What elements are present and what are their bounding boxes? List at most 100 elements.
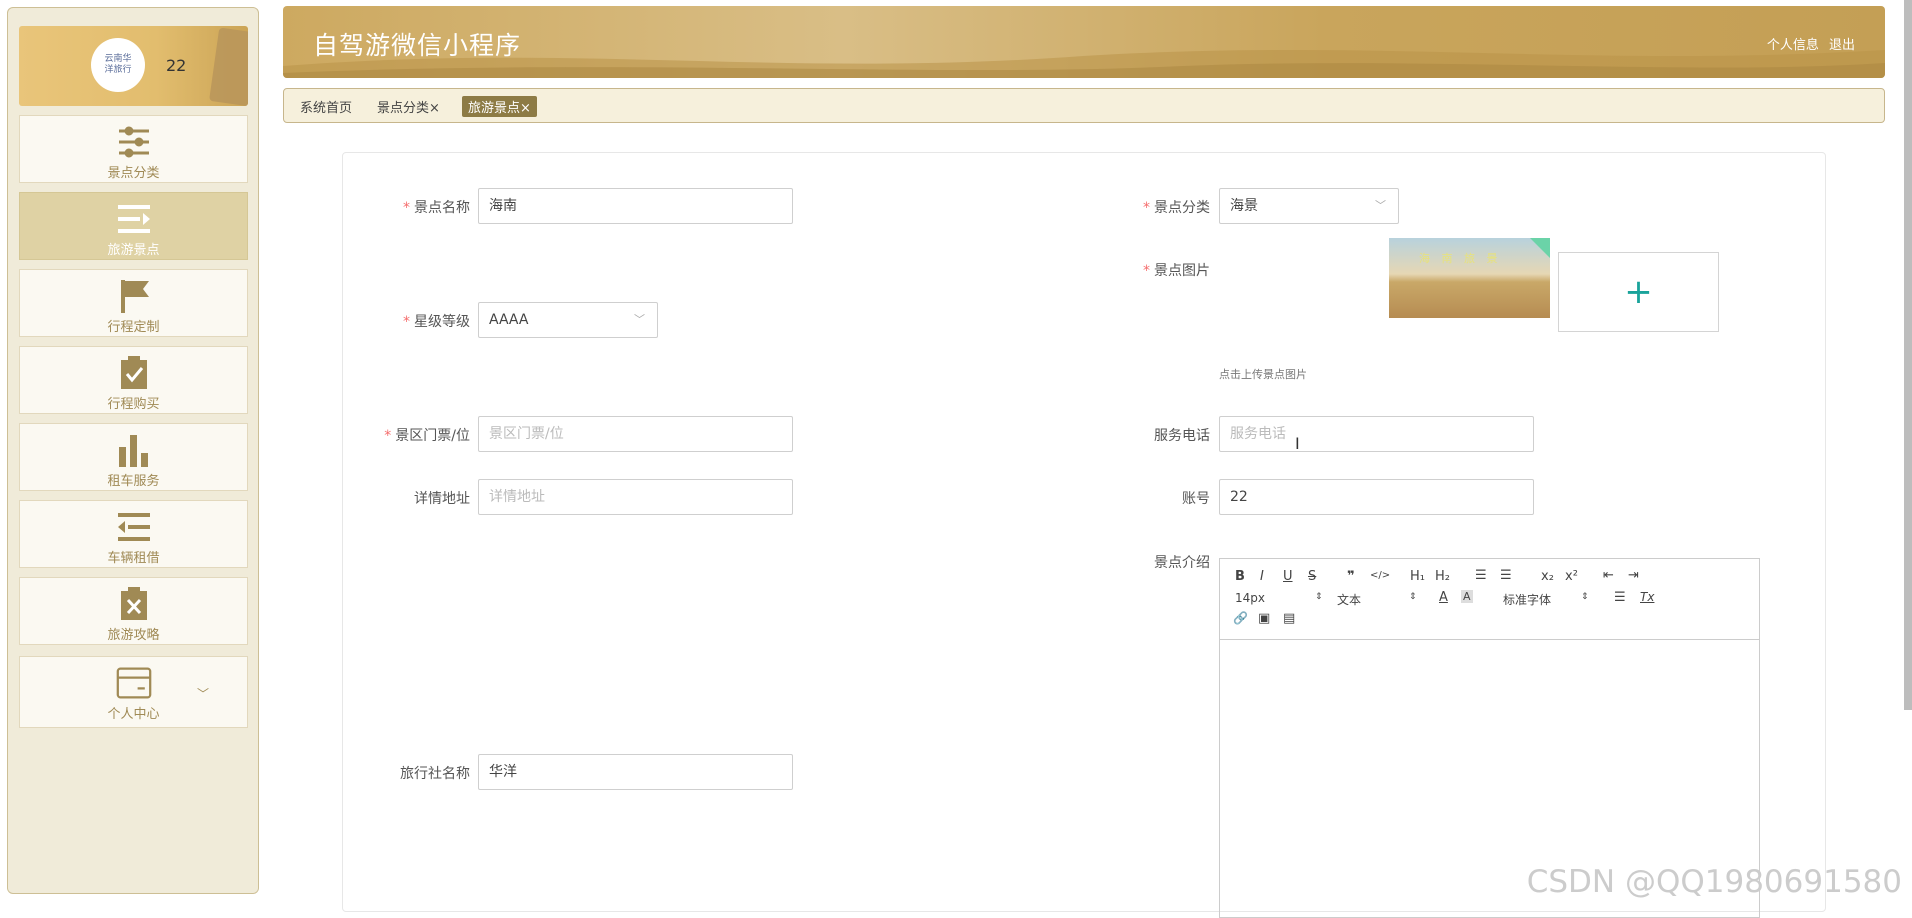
underline-button[interactable]: U	[1283, 569, 1293, 584]
sidebar-item-label: 行程购买	[107, 397, 160, 412]
image-label: * 景点图片	[1143, 263, 1210, 279]
font-family-select[interactable]: 标准字体 ⇕	[1503, 591, 1589, 608]
italic-button[interactable]: I	[1260, 569, 1264, 584]
name-input[interactable]: 海南	[478, 188, 793, 224]
sidebar-item-travel-guide[interactable]: 旅游攻略	[19, 577, 248, 645]
sidebar: 云南华 洋旅行 22 景点分类 旅游景点 行程定制 行程购买 租车服务 车辆租借…	[7, 7, 259, 894]
block-type-value: 文本	[1337, 593, 1362, 607]
font-color-button[interactable]: A	[1439, 590, 1448, 605]
flag-icon	[116, 278, 152, 314]
app-title: 自驾游微信小程序	[313, 31, 522, 60]
clear-format-button[interactable]: Tx	[1640, 590, 1654, 604]
address-label: 详情地址	[414, 491, 470, 507]
editor-toolbar: B I U S ❞ </> H₁ H₂ ☰ ☰ x₂ x² ⇤ ⇥ 14px ⇕…	[1220, 559, 1759, 640]
username: 22	[166, 56, 187, 75]
phone-input[interactable]: 服务电话	[1219, 416, 1534, 452]
clipboard-check-icon	[116, 355, 152, 391]
select-arrows-icon: ⇕	[1581, 592, 1589, 602]
upload-hint: 点击上传景点图片	[1219, 368, 1307, 381]
ticket-label: * 景区门票/位	[384, 428, 470, 444]
sidebar-item-label: 车辆租借	[107, 551, 160, 566]
intro-label: 景点介绍	[1154, 555, 1210, 571]
blockquote-button[interactable]: ❞	[1347, 569, 1355, 584]
text-cursor-icon: Ι	[1295, 434, 1300, 453]
sidebar-item-trip-purchase[interactable]: 行程购买	[19, 346, 248, 414]
thumbnail-corner-decoration	[1530, 238, 1550, 258]
select-arrows-icon: ⇕	[1409, 592, 1417, 602]
sidebar-item-vehicle-lease[interactable]: 车辆租借	[19, 500, 248, 568]
sidebar-item-label: 租车服务	[107, 474, 160, 489]
sidebar-item-personal-center[interactable]: 个人中心 ﹀	[19, 656, 248, 728]
profile-link[interactable]: 个人信息	[1767, 38, 1819, 53]
agency-label: 旅行社名称	[400, 766, 470, 782]
sidebar-item-scenic-spots[interactable]: 旅游景点	[19, 192, 248, 260]
agency-input[interactable]: 华洋	[478, 754, 793, 790]
font-size-value: 14px	[1235, 591, 1265, 605]
code-block-button[interactable]: </>	[1370, 570, 1390, 581]
chevron-down-icon: ﹀	[1375, 199, 1386, 212]
scenic-image-thumbnail[interactable]: 海 南 旅 景	[1389, 238, 1550, 318]
address-input[interactable]: 详情地址	[478, 479, 793, 515]
bar-chart-icon	[116, 432, 152, 468]
sidebar-item-car-rental-service[interactable]: 租车服务	[19, 423, 248, 491]
superscript-button[interactable]: x²	[1565, 569, 1578, 584]
tag-home[interactable]: 系统首页	[300, 97, 352, 116]
account-input[interactable]: 22	[1219, 479, 1534, 515]
strike-button[interactable]: S	[1308, 569, 1316, 584]
sidebar-item-label: 个人中心	[107, 707, 160, 722]
avatar-text-line1: 云南华	[104, 54, 132, 64]
clipboard-x-icon	[116, 586, 152, 622]
sidebar-item-scenic-category[interactable]: 景点分类	[19, 115, 248, 183]
plus-icon: +	[1624, 272, 1653, 312]
align-button[interactable]: ☰	[1614, 590, 1626, 605]
card-icon	[116, 665, 152, 701]
subscript-button[interactable]: x₂	[1541, 569, 1554, 584]
star-select[interactable]: AAAA ﹀	[478, 302, 658, 338]
user-card: 云南华 洋旅行 22	[19, 26, 248, 106]
select-arrows-icon: ⇕	[1315, 592, 1323, 602]
ticket-input[interactable]: 景区门票/位	[478, 416, 793, 452]
video-button[interactable]: ▤	[1283, 611, 1295, 626]
image-button[interactable]: ▣	[1258, 611, 1270, 626]
tag-scenic-category[interactable]: 景点分类×	[377, 97, 440, 116]
block-type-select[interactable]: 文本 ⇕	[1337, 591, 1417, 608]
bullet-list-button[interactable]: ☰	[1500, 568, 1512, 583]
phone-label: 服务电话	[1154, 428, 1210, 444]
category-value: 海景	[1230, 198, 1258, 214]
sidebar-item-label: 旅游攻略	[107, 628, 160, 643]
card-decoration	[209, 27, 248, 106]
category-select[interactable]: 海景 ﹀	[1219, 188, 1399, 224]
avatar[interactable]: 云南华 洋旅行	[91, 38, 145, 92]
category-label: * 景点分类	[1143, 200, 1210, 216]
heading2-button[interactable]: H₂	[1435, 569, 1450, 584]
thumbnail-caption: 海 南 旅 景	[1419, 252, 1502, 265]
list-indent-icon	[116, 201, 152, 237]
font-family-value: 标准字体	[1503, 593, 1552, 607]
header-wave-decoration	[283, 50, 1885, 78]
account-label: 账号	[1182, 491, 1210, 507]
star-label: * 星级等级	[403, 314, 470, 330]
app-header: 自驾游微信小程序 个人信息 退出	[283, 6, 1885, 78]
name-label: * 景点名称	[403, 200, 470, 216]
watermark: CSDN @QQ1980691580	[1526, 864, 1902, 900]
avatar-text-line2: 洋旅行	[104, 65, 132, 75]
bold-button[interactable]: B	[1235, 569, 1245, 584]
tag-bar: 系统首页 景点分类× 旅游景点×	[283, 88, 1885, 123]
header-links: 个人信息 退出	[1761, 34, 1855, 53]
logout-link[interactable]: 退出	[1829, 38, 1855, 53]
ordered-list-button[interactable]: ☰	[1475, 568, 1487, 583]
sidebar-item-trip-custom[interactable]: 行程定制	[19, 269, 248, 337]
chevron-down-icon: ﹀	[196, 687, 209, 701]
sliders-icon	[116, 124, 152, 160]
page-scrollbar[interactable]	[1904, 0, 1912, 710]
outdent-button[interactable]: ⇤	[1603, 568, 1614, 583]
chevron-down-icon: ﹀	[634, 313, 645, 326]
heading1-button[interactable]: H₁	[1410, 569, 1425, 584]
link-button[interactable]: 🔗	[1233, 611, 1248, 625]
indent-button[interactable]: ⇥	[1628, 568, 1639, 583]
image-upload-button[interactable]: +	[1558, 252, 1719, 332]
font-size-select[interactable]: 14px ⇕	[1235, 591, 1323, 605]
sidebar-item-label: 行程定制	[107, 320, 160, 335]
background-color-button[interactable]: A	[1461, 590, 1473, 603]
tag-scenic-spots[interactable]: 旅游景点×	[462, 96, 537, 117]
